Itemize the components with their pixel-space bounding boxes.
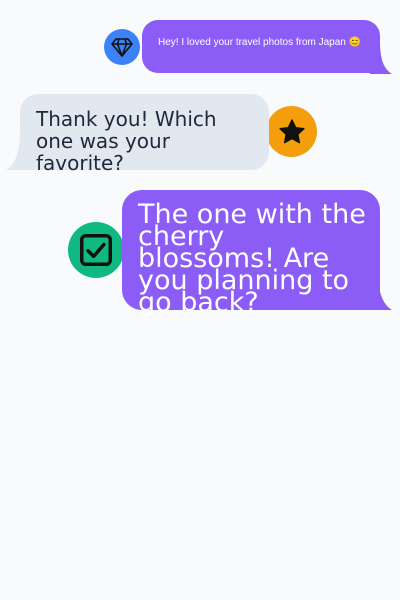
- message-bubble-outgoing[interactable]: The one with the cherry blossoms! Are yo…: [122, 190, 380, 316]
- avatar[interactable]: [68, 222, 124, 278]
- message-bubble-outgoing[interactable]: Hey! I loved your travel photos from Jap…: [142, 20, 380, 73]
- star-icon: [277, 117, 307, 147]
- checkbox-icon: [77, 231, 115, 269]
- bubble-tail: [370, 43, 392, 74]
- diamond-icon: [110, 35, 134, 59]
- bubble-tail: [6, 132, 30, 170]
- bubble-tail: [368, 272, 392, 310]
- message-text: Hey! I loved your travel photos from Jap…: [158, 37, 362, 48]
- avatar[interactable]: [104, 29, 140, 65]
- message-bubble-incoming[interactable]: Thank you! Which one was your favorite?: [20, 94, 269, 174]
- avatar[interactable]: [266, 106, 317, 157]
- message-text: Thank you! Which one was your favorite?: [36, 107, 217, 175]
- message-text: The one with the cherry blossoms! Are yo…: [138, 199, 366, 318]
- chat-conversation: Hey! I loved your travel photos from Jap…: [0, 0, 400, 600]
